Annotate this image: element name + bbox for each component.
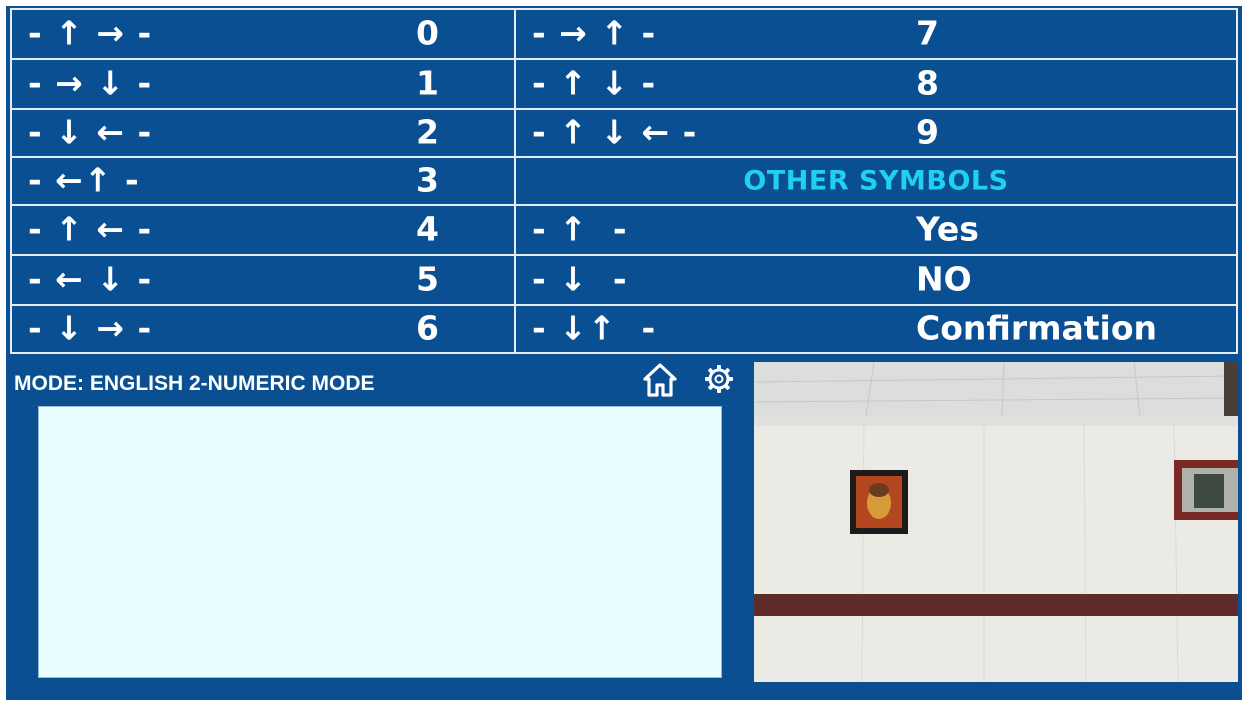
code-row-3: - ←↑ - 3	[10, 156, 516, 206]
symbol-value: NO	[916, 259, 972, 299]
app-window: - ↑ → - 0 - → ↓ - 1 - ↓ ← - 2 - ←↑ - 3 -…	[6, 6, 1242, 700]
text-output-field[interactable]	[38, 406, 722, 678]
other-symbols-header-cell: OTHER SYMBOLS	[514, 156, 1238, 206]
mode-label: MODE: ENGLISH 2-NUMERIC MODE	[14, 372, 375, 395]
gesture-code-table: - ↑ → - 0 - → ↓ - 1 - ↓ ← - 2 - ←↑ - 3 -…	[6, 6, 1242, 354]
arrow-sequence: - ↑ ↓ -	[532, 63, 657, 103]
arrow-sequence: - → ↓ -	[28, 63, 153, 103]
code-row-6: - ↓ → - 6	[10, 304, 516, 354]
code-row-0: - ↑ → - 0	[10, 8, 516, 60]
symbol-row-confirmation: - ↓↑ - Confirmation	[514, 304, 1238, 354]
code-value: 7	[916, 13, 939, 53]
code-row-4: - ↑ ← - 4	[10, 204, 516, 256]
arrow-sequence: - ↑ -	[532, 209, 628, 249]
code-row-2: - ↓ ← - 2	[10, 108, 516, 158]
code-value: 1	[416, 63, 439, 103]
home-icon[interactable]	[642, 362, 678, 398]
code-value: 4	[416, 209, 439, 249]
other-symbols-header: OTHER SYMBOLS	[743, 165, 1009, 197]
arrow-sequence: - ↓↑ -	[532, 308, 657, 348]
symbol-value: Yes	[916, 209, 979, 249]
code-value: 6	[416, 308, 439, 348]
arrow-sequence: - ↑ ↓ ← -	[532, 112, 698, 152]
code-row-7: - → ↑ - 7	[514, 8, 1238, 60]
symbol-value: Confirmation	[916, 308, 1158, 348]
gear-icon[interactable]	[704, 364, 734, 394]
arrow-sequence: - ↑ → -	[28, 13, 153, 53]
symbol-row-no: - ↓ - NO	[514, 254, 1238, 306]
code-row-5: - ← ↓ - 5	[10, 254, 516, 306]
symbol-row-yes: - ↑ - Yes	[514, 204, 1238, 256]
code-value: 9	[916, 112, 939, 152]
code-value: 2	[416, 112, 439, 152]
arrow-sequence: - ↓ -	[532, 259, 628, 299]
code-value: 3	[416, 160, 439, 200]
code-row-1: - → ↓ - 1	[10, 58, 516, 110]
arrow-sequence: - ↓ → -	[28, 308, 153, 348]
arrow-sequence: - ↓ ← -	[28, 112, 153, 152]
arrow-sequence: - ←↑ -	[28, 160, 140, 200]
arrow-sequence: - ↑ ← -	[28, 209, 153, 249]
code-value: 0	[416, 13, 439, 53]
camera-feed	[754, 362, 1238, 682]
code-value: 5	[416, 259, 439, 299]
arrow-sequence: - → ↑ -	[532, 13, 657, 53]
arrow-sequence: - ← ↓ -	[28, 259, 153, 299]
code-row-9: - ↑ ↓ ← - 9	[514, 108, 1238, 158]
code-row-8: - ↑ ↓ - 8	[514, 58, 1238, 110]
code-value: 8	[916, 63, 939, 103]
